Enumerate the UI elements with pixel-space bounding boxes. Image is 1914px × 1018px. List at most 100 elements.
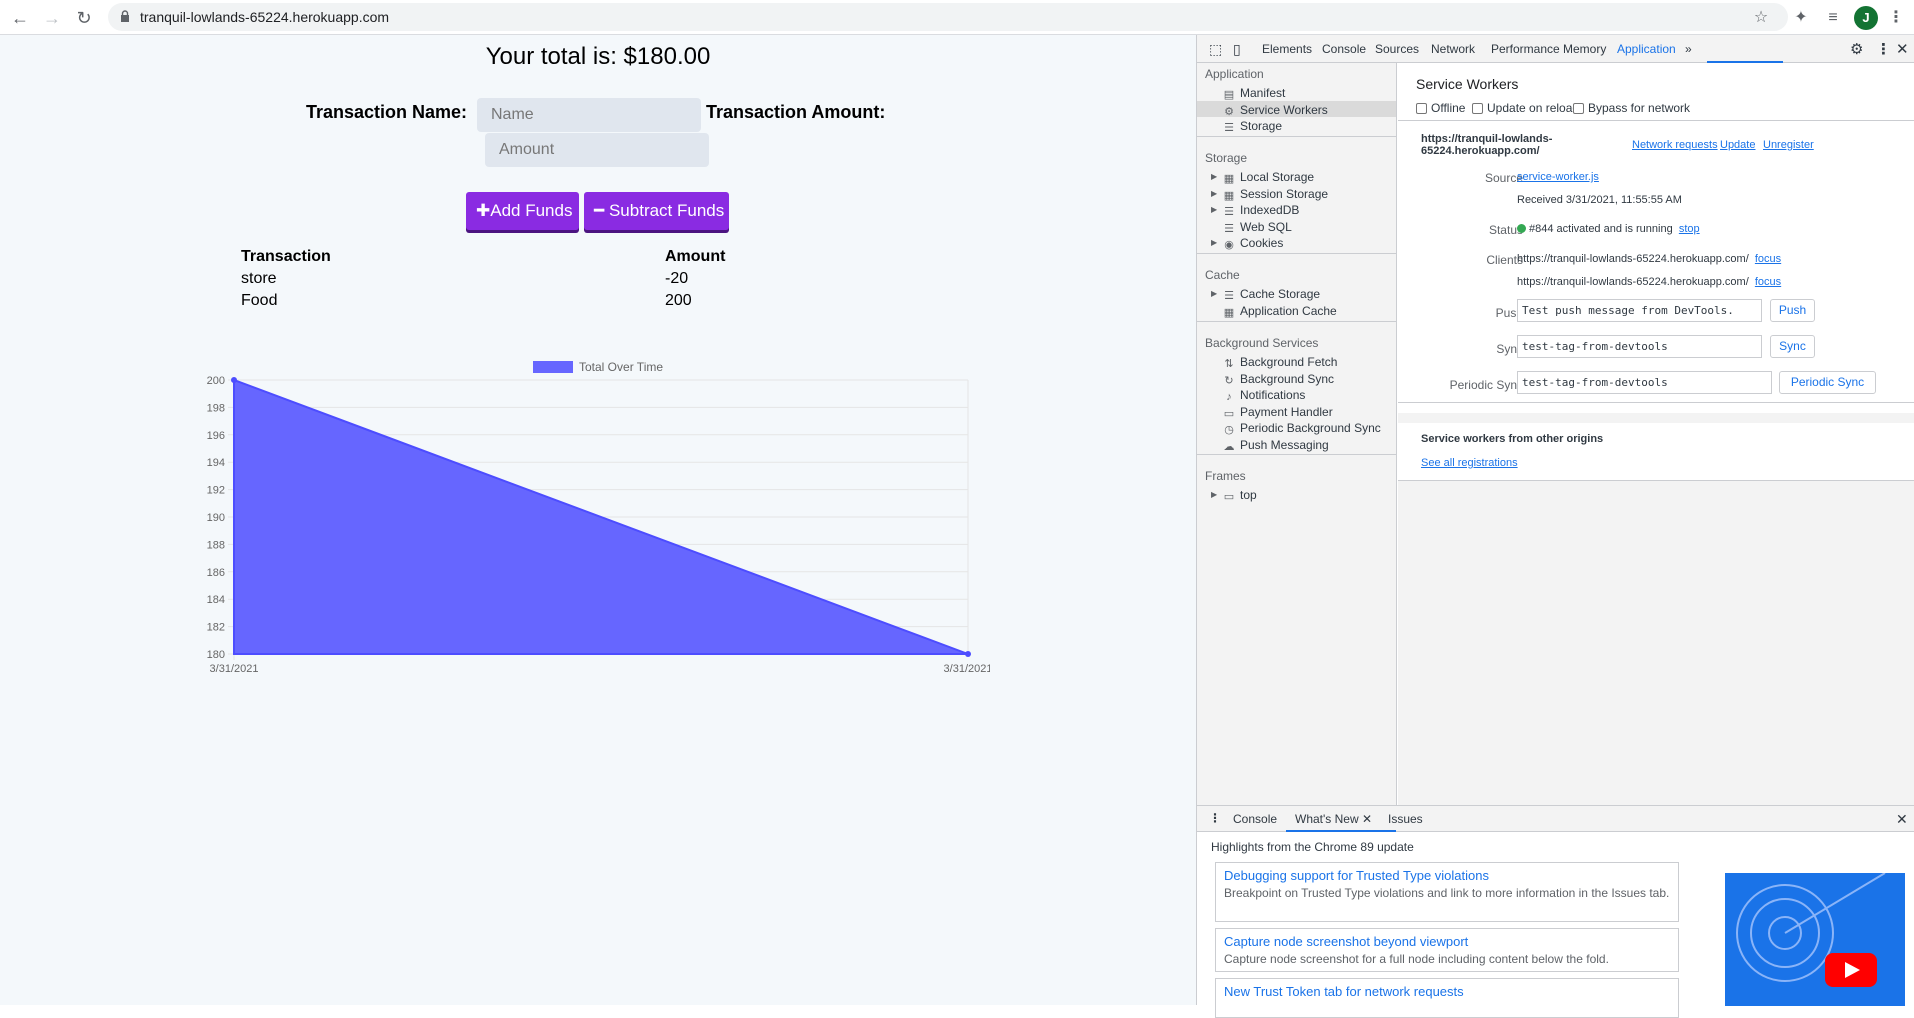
database-icon: ☰ [1224,222,1234,235]
table-header-transaction: Transaction [241,248,331,265]
settings-gear-icon[interactable]: ⚙ [1850,40,1863,58]
back-icon[interactable]: ← [8,6,32,30]
media-icon[interactable]: ≡ [1823,8,1843,28]
total-over-time-chart: Total Over Time 180 182 184 186 188 190 192 194 1… [207,360,990,675]
sidebar-item-session-storage[interactable]: ▦ Session Storage [1223,185,1328,202]
sidebar-item-push-messaging[interactable]: ☁ Push Messaging [1223,436,1329,453]
drawer-active-indicator [1286,830,1396,832]
focus-link[interactable]: focus [1755,253,1781,265]
tab-memory[interactable]: Memory [1563,42,1606,56]
tab-performance[interactable]: Performance [1491,42,1560,56]
expand-triangle-icon[interactable]: ▶ [1211,189,1217,198]
expand-triangle-icon[interactable]: ▶ [1211,205,1217,214]
focus-link[interactable]: focus [1755,276,1781,288]
status-text: #844 activated and is running stop [1517,223,1700,235]
periodic-sync-label: Periodic Sync [1449,378,1523,392]
sidebar-item-notifications[interactable]: ♪ Notifications [1223,386,1305,403]
sidebar-item-periodic-background-sync[interactable]: ◷ Periodic Background Sync [1223,419,1381,436]
source-link[interactable]: service-worker.js [1517,171,1599,183]
sidebar-item-local-storage[interactable]: ▦ Local Storage [1223,168,1314,185]
expand-triangle-icon[interactable]: ▶ [1211,172,1217,181]
drawer-tabbar: ⋮ Console What's New ✕ Issues ✕ [1197,806,1914,832]
sidebar-item-background-sync[interactable]: ↻ Background Sync [1223,370,1334,387]
subtract-funds-button[interactable]: ━ Subtract Funds [584,192,729,230]
drawer-tab-issues[interactable]: Issues [1388,812,1423,826]
push-message-field[interactable]: Test push message from DevTools. [1517,299,1762,322]
periodic-sync-tag-field[interactable]: test-tag-from-devtools [1517,371,1772,394]
grid-icon: ▦ [1223,306,1235,319]
see-all-registrations-link[interactable]: See all registrations [1421,457,1518,469]
y-tick-label: 184 [207,594,225,606]
name-input[interactable] [477,98,701,132]
device-toolbar-icon[interactable]: ▯ [1233,41,1241,58]
devtools-menu-icon[interactable]: ⋮ [1876,40,1891,58]
highlights-text: Highlights from the Chrome 89 update [1211,840,1414,854]
whats-new-card[interactable]: Debugging support for Trusted Type viola… [1215,862,1679,922]
inspect-icon[interactable]: ⬚ [1209,41,1222,58]
whats-new-card[interactable]: Capture node screenshot beyond viewport … [1215,928,1679,972]
sidebar-item-web-sql[interactable]: ☰ Web SQL [1223,218,1292,235]
extensions-icon[interactable]: ✦ [1791,8,1811,28]
expand-triangle-icon[interactable]: ▶ [1211,238,1217,247]
grid-icon: ▦ [1223,189,1235,202]
sidebar-item-cookies[interactable]: ◉ Cookies [1223,234,1283,251]
expand-triangle-icon[interactable]: ▶ [1211,490,1217,499]
sidebar-item-top[interactable]: ▭ top [1223,486,1257,503]
forward-icon[interactable]: → [40,6,64,30]
sidebar-item-background-fetch[interactable]: ⇅ Background Fetch [1223,353,1337,370]
drawer-tab-console[interactable]: Console [1233,812,1277,826]
tab-elements[interactable]: Elements [1262,42,1312,56]
offline-checkbox[interactable]: Offline [1416,101,1465,115]
push-button[interactable]: Push [1770,299,1815,322]
chrome-graphic-icon [1736,873,1886,987]
manifest-icon: ▤ [1223,89,1235,101]
table-header-amount: Amount [665,248,726,265]
table-cell: 200 [665,292,692,309]
drawer-menu-icon[interactable]: ⋮ [1209,811,1221,825]
sidebar-header-background-services: Background Services [1205,336,1319,350]
clients-label: Clients [1486,253,1523,267]
periodic-sync-button[interactable]: Periodic Sync [1779,371,1876,394]
reload-icon[interactable]: ↻ [72,6,96,30]
sidebar-item-application-cache[interactable]: ▦ Application Cache [1223,302,1337,319]
amount-input[interactable] [485,133,709,167]
avatar[interactable]: J [1854,6,1878,30]
menu-dots-icon[interactable]: ⋮ [1886,8,1906,28]
grid-icon: ▦ [1223,173,1235,185]
close-devtools-icon[interactable]: ✕ [1896,40,1909,58]
expand-triangle-icon[interactable]: ▶ [1211,289,1217,298]
tab-console[interactable]: Console [1322,42,1366,56]
network-requests-link[interactable]: Network requests [1632,139,1718,151]
more-tabs-icon[interactable]: » [1685,42,1692,56]
tab-sources[interactable]: Sources [1375,42,1419,56]
sidebar-item-storage[interactable]: ☰ Storage [1223,117,1282,134]
sidebar-item-payment-handler[interactable]: ▭ Payment Handler [1223,403,1333,420]
star-icon[interactable]: ☆ [1751,8,1771,28]
update-on-reload-checkbox[interactable]: Update on reload [1472,101,1579,115]
unregister-link[interactable]: Unregister [1763,139,1814,151]
close-drawer-icon[interactable]: ✕ [1896,811,1908,828]
y-tick-label: 180 [207,649,225,661]
sync-button[interactable]: Sync [1770,335,1815,358]
database-icon: ☰ [1224,290,1234,302]
database-icon: ☰ [1224,206,1234,218]
whats-new-video-thumbnail[interactable] [1725,873,1905,1006]
whats-new-card[interactable]: New Trust Token tab for network requests [1215,978,1679,1018]
data-point [231,377,237,383]
bypass-network-checkbox[interactable]: Bypass for network [1573,101,1690,115]
stop-link[interactable]: stop [1679,223,1700,235]
add-funds-button[interactable]: ✚Add Funds [466,192,579,230]
frame-icon: ▭ [1223,491,1235,503]
update-link[interactable]: Update [1720,139,1755,151]
received-time: Received 3/31/2021, 11:55:55 AM [1517,194,1682,206]
sync-tag-field[interactable]: test-tag-from-devtools [1517,335,1762,358]
sidebar-item-service-workers[interactable]: ⚙ Service Workers [1197,100,1396,117]
sidebar-item-cache-storage[interactable]: ☰ Cache Storage [1223,285,1320,302]
address-bar[interactable]: tranquil-lowlands-65224.herokuapp.com [108,3,1788,31]
sidebar-item-indexeddb[interactable]: ☰ IndexedDB [1223,201,1299,218]
tab-network[interactable]: Network [1431,42,1475,56]
drawer-tab-whats-new[interactable]: What's New ✕ [1295,812,1372,826]
tab-application[interactable]: Application [1617,42,1676,56]
sidebar-item-manifest[interactable]: ▤ Manifest [1223,84,1286,101]
transaction-name-label: Transaction Name: [306,102,468,122]
